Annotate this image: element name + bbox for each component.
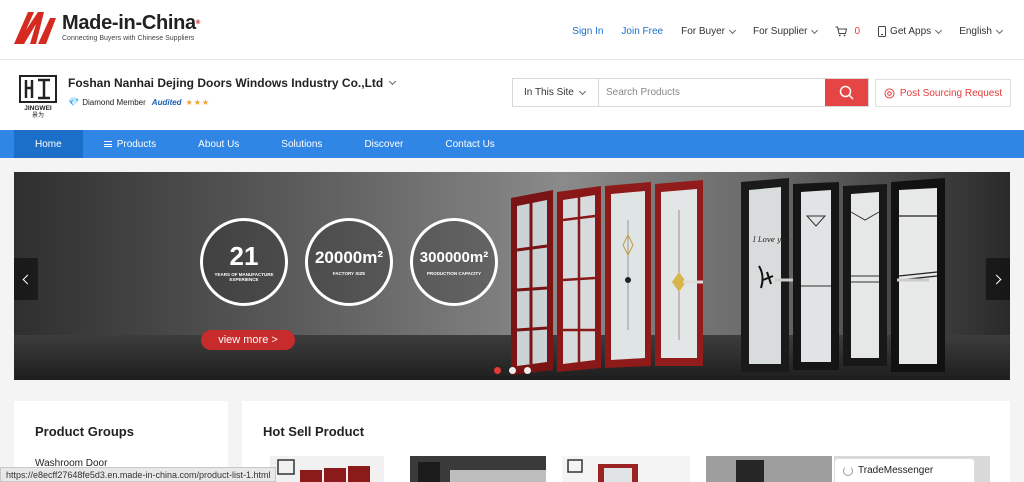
stat-factory-value: 20000m² <box>314 248 384 267</box>
chevron-down-icon <box>389 77 397 86</box>
for-buyer-menu[interactable]: For Buyer <box>681 26 737 37</box>
top-bar: Made-in-China® Connecting Buyers with Ch… <box>0 0 1024 60</box>
stat-factory-size: 20000m² FACTORY SIZE <box>305 218 393 306</box>
nav-discover-label: Discover <box>364 138 404 150</box>
stat-capacity-label: PRODUCTION CAPACITY <box>426 271 482 276</box>
search-button[interactable] <box>825 79 868 106</box>
banner-dot-1[interactable] <box>494 367 501 374</box>
cart-button[interactable]: 0 <box>835 26 860 37</box>
search-icon <box>839 85 854 100</box>
post-sourcing-request-button[interactable]: Post Sourcing Request <box>875 79 1011 107</box>
chevron-left-icon <box>22 274 33 284</box>
company-name[interactable]: Foshan Nanhai Dejing Doors Windows Indus… <box>68 76 397 90</box>
site-logo[interactable]: Made-in-China® Connecting Buyers with Ch… <box>14 10 200 44</box>
stat-years: 21 YEARS OF MANUFACTURE EXPERIENCE <box>200 218 288 306</box>
banner-prev-button[interactable] <box>14 258 38 300</box>
banner-pagination <box>494 367 531 374</box>
stat-years-label: YEARS OF MANUFACTURE EXPERIENCE <box>214 271 274 282</box>
language-menu[interactable]: English <box>959 26 1004 37</box>
cart-count: 0 <box>854 26 861 37</box>
chevron-right-icon <box>991 274 1002 284</box>
black-doors-image: I Love you <box>741 178 945 372</box>
for-supplier-label: For Supplier <box>753 26 808 37</box>
product-thumbnail[interactable] <box>410 456 546 482</box>
nav-products[interactable]: Products <box>83 130 177 158</box>
company-name-text: Foshan Nanhai Dejing Doors Windows Indus… <box>68 76 384 90</box>
get-apps-menu[interactable]: Get Apps <box>878 26 943 37</box>
brand-name: Made-in-China <box>62 11 196 34</box>
nav-solutions[interactable]: Solutions <box>260 130 343 158</box>
stat-capacity: 300000m² PRODUCTION CAPACITY <box>410 218 498 306</box>
audited-badge[interactable]: Audited <box>152 98 182 107</box>
company-logo-text: JINGWEI <box>24 105 52 112</box>
nav-solutions-label: Solutions <box>281 138 323 150</box>
banner-dot-3[interactable] <box>524 367 531 374</box>
rating-stars: ★★★ <box>185 98 211 107</box>
chevron-down-icon <box>578 87 586 95</box>
stat-years-value: 21 <box>229 240 259 271</box>
search-scope-label: In This Site <box>524 87 574 98</box>
language-label: English <box>959 26 992 37</box>
company-header: JINGWEI 景为 Foshan Nanhai Dejing Doors Wi… <box>0 60 1024 130</box>
nav-about-label: About Us <box>198 138 240 150</box>
nav-home[interactable]: Home <box>14 130 83 158</box>
product-thumbnail[interactable] <box>270 456 384 482</box>
stat-factory-label: FACTORY SIZE <box>332 271 366 276</box>
company-logo-subtext: 景为 <box>32 111 44 118</box>
sourcing-icon <box>884 88 895 98</box>
top-nav: Sign In Join Free For Buyer For Supplier… <box>554 26 1004 37</box>
for-buyer-label: For Buyer <box>681 26 726 37</box>
registered-mark: ® <box>195 19 200 26</box>
chevron-down-icon <box>811 26 819 34</box>
loading-icon <box>843 465 853 476</box>
sign-in-link[interactable]: Sign In <box>572 26 603 37</box>
chevron-down-icon <box>728 26 737 34</box>
red-doors-image <box>511 180 703 375</box>
list-icon <box>103 141 112 147</box>
trade-messenger-label: TradeMessenger <box>858 465 934 476</box>
get-apps-label: Get Apps <box>890 26 932 37</box>
banner-next-button[interactable] <box>986 258 1010 300</box>
door-text: I Love you <box>752 236 790 244</box>
for-supplier-menu[interactable]: For Supplier <box>753 26 819 37</box>
product-thumbnail[interactable] <box>562 456 690 482</box>
cart-icon <box>835 26 848 37</box>
nav-discover[interactable]: Discover <box>343 130 424 158</box>
trade-messenger-widget[interactable]: TradeMessenger <box>834 458 975 482</box>
join-free-link[interactable]: Join Free <box>621 26 663 37</box>
hero-banner[interactable]: 21 YEARS OF MANUFACTURE EXPERIENCE 20000… <box>14 172 1010 380</box>
company-badges: 💎 Diamond Member Audited ★★★ <box>68 97 210 108</box>
view-more-button[interactable]: view more > <box>201 330 295 350</box>
post-sourcing-label: Post Sourcing Request <box>899 87 1003 99</box>
chevron-down-icon <box>935 26 943 34</box>
chevron-down-icon <box>995 26 1004 34</box>
stat-capacity-value: 300000m² <box>419 249 489 266</box>
made-in-china-logo-icon <box>14 12 56 44</box>
link-status-bar: https://e8ecff27648fe5d3.en.made-in-chin… <box>0 467 277 482</box>
phone-icon <box>878 26 887 37</box>
nav-about-us[interactable]: About Us <box>177 130 260 158</box>
diamond-icon: 💎 <box>68 97 80 107</box>
product-thumbnail[interactable] <box>706 456 832 482</box>
membership-label[interactable]: Diamond Member <box>82 98 146 107</box>
site-search: In This Site <box>512 78 869 107</box>
nav-contact-us[interactable]: Contact Us <box>424 130 515 158</box>
main-nav: Home Products About Us Solutions Discove… <box>0 130 1024 158</box>
nav-contact-label: Contact Us <box>445 138 495 150</box>
search-scope-select[interactable]: In This Site <box>513 79 599 106</box>
company-logo[interactable]: JINGWEI 景为 <box>18 74 58 118</box>
nav-home-label: Home <box>35 138 62 150</box>
banner-dot-2[interactable] <box>509 367 516 374</box>
product-groups-title: Product Groups <box>35 424 134 439</box>
hot-sell-title: Hot Sell Product <box>263 424 365 439</box>
brand-tagline: Connecting Buyers with Chinese Suppliers <box>62 34 195 42</box>
nav-products-label: Products <box>116 138 157 150</box>
search-input[interactable] <box>599 79 825 106</box>
